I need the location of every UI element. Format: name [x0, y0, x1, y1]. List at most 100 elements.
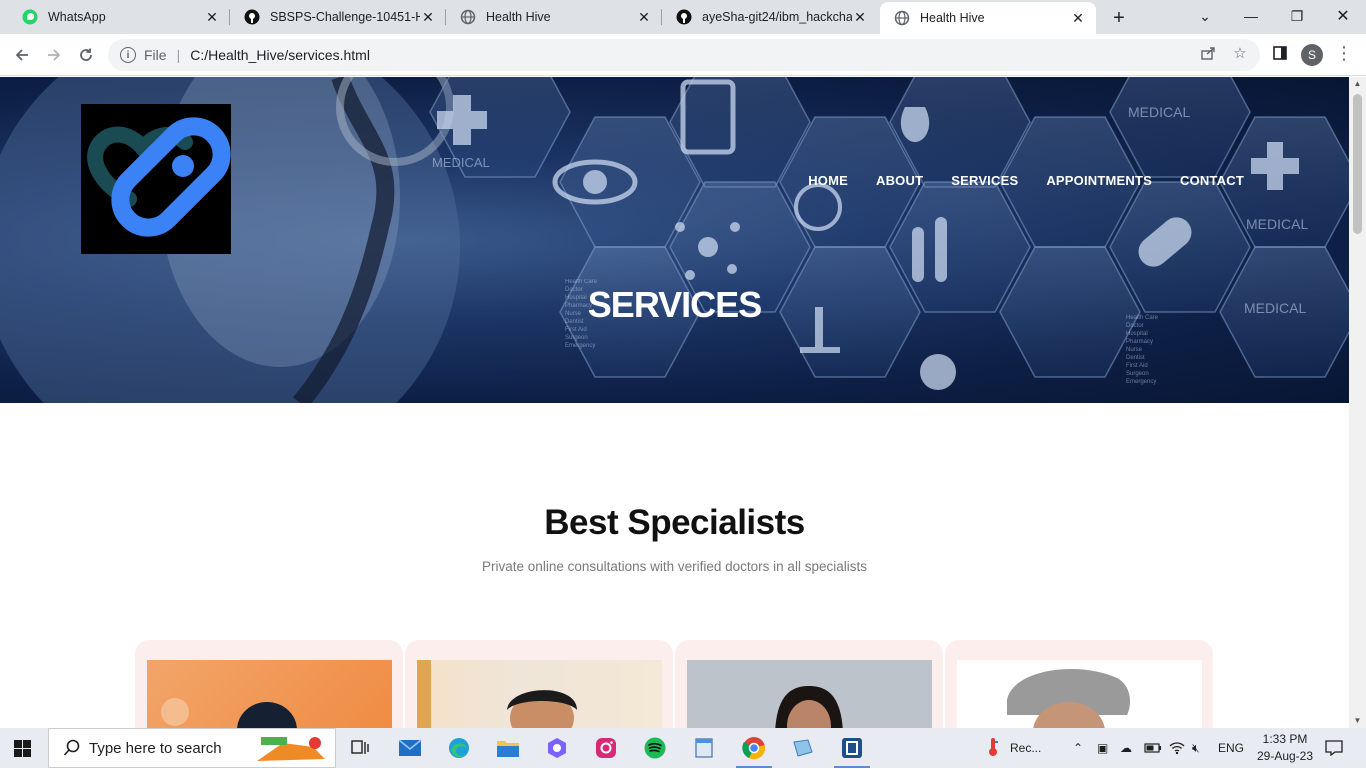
- volume-muted-icon[interactable]: 🔇︎: [1192, 728, 1200, 768]
- hero-list-item: Surgeon: [565, 335, 588, 341]
- specialist-card[interactable]: [945, 640, 1213, 728]
- tab-health-hive[interactable]: Health Hive ✕: [446, 0, 662, 34]
- tab-health-hive-active[interactable]: Health Hive ✕: [880, 2, 1096, 34]
- restore-button[interactable]: ❐: [1274, 0, 1320, 32]
- close-window-button[interactable]: ✕: [1320, 0, 1366, 32]
- close-tab-icon[interactable]: ✕: [636, 9, 652, 26]
- task-view-icon[interactable]: [346, 734, 374, 762]
- github-icon: [676, 9, 692, 25]
- address-divider: |: [176, 47, 181, 63]
- search-highlight-icon: [253, 733, 329, 769]
- forward-button[interactable]: [40, 41, 68, 69]
- tab-search-icon[interactable]: ⌄: [1182, 0, 1228, 32]
- wifi-icon[interactable]: [1169, 728, 1185, 768]
- address-url: C:/Health_Hive/services.html: [190, 47, 370, 63]
- specialist-photo: [417, 660, 662, 728]
- browser-tab-bar: WhatsApp ✕ SBSPS-Challenge-10451-Hea ✕ H…: [0, 0, 1366, 34]
- search-icon: [63, 739, 81, 761]
- instagram-icon[interactable]: [592, 734, 620, 762]
- specialist-card[interactable]: [405, 640, 673, 728]
- tab-github-repo[interactable]: ayeSha-git24/ibm_hackchalle ✕: [662, 0, 878, 34]
- scroll-up-icon[interactable]: ▲: [1349, 77, 1366, 91]
- globe-icon: [460, 9, 476, 25]
- hero-banner: MEDICAL MEDICAL MEDICAL MEDICAL Health C…: [0, 77, 1349, 403]
- main-nav: HOME ABOUT SERVICES APPOINTMENTS CONTACT: [808, 173, 1244, 188]
- hero-list-item: Surgeon: [1126, 371, 1149, 377]
- close-tab-icon[interactable]: ✕: [420, 9, 436, 26]
- bookmark-star-icon[interactable]: ☆: [1228, 41, 1252, 65]
- taskbar-clock[interactable]: 1:33 PM 29-Aug-23: [1250, 731, 1320, 765]
- hero-medical-label: MEDICAL: [1128, 104, 1190, 120]
- windows-start-icon[interactable]: [14, 740, 31, 757]
- hero-list-item: First Aid: [565, 327, 587, 333]
- hero-list-item: Nurse: [1126, 347, 1143, 353]
- address-bar[interactable]: i File | C:/Health_Hive/services.html: [108, 39, 1260, 71]
- thermometer-icon: [986, 737, 1000, 760]
- tray-app[interactable]: Rec...: [986, 728, 1041, 768]
- side-panel-icon[interactable]: [1268, 41, 1292, 65]
- new-tab-button[interactable]: +: [1106, 5, 1132, 31]
- nav-about[interactable]: ABOUT: [876, 173, 923, 188]
- copilot-app-icon[interactable]: [543, 734, 571, 762]
- close-tab-icon[interactable]: ✕: [852, 9, 868, 26]
- tray-app-label: Rec...: [1010, 741, 1042, 755]
- windows-taskbar: Type here to search Rec... ⌃ ▣ ☁ 🔇︎ ENG …: [0, 728, 1366, 768]
- hero-list-item: Dentist: [1126, 355, 1145, 361]
- file-explorer-icon[interactable]: [494, 734, 522, 762]
- tab-label: ayeSha-git24/ibm_hackchalle: [702, 10, 852, 24]
- specialist-photo: [957, 660, 1202, 728]
- profile-avatar[interactable]: S: [1301, 44, 1323, 66]
- site-logo[interactable]: [81, 104, 231, 254]
- back-button[interactable]: [8, 41, 36, 69]
- edge-browser-icon[interactable]: [445, 734, 473, 762]
- scrollbar-thumb[interactable]: [1353, 94, 1362, 234]
- search-placeholder: Type here to search: [89, 739, 222, 757]
- spotify-icon[interactable]: [641, 734, 669, 762]
- battery-icon[interactable]: [1144, 728, 1162, 768]
- onedrive-cloud-icon[interactable]: ☁: [1120, 728, 1132, 768]
- notepad-app-icon[interactable]: [690, 734, 718, 762]
- share-icon[interactable]: [1196, 41, 1220, 65]
- section-subtitle: Private online consultations with verifi…: [482, 559, 867, 574]
- reload-button[interactable]: [72, 41, 100, 69]
- tab-whatsapp[interactable]: WhatsApp ✕: [8, 0, 230, 34]
- hero-title: SERVICES: [587, 284, 762, 325]
- hero-list-item: Emergency: [565, 343, 595, 349]
- hero-list-item: Hospital: [1126, 331, 1148, 337]
- menu-kebab-icon[interactable]: ⋮: [1332, 41, 1356, 65]
- tab-github-challenge[interactable]: SBSPS-Challenge-10451-Hea ✕: [230, 0, 446, 34]
- page-scrollbar[interactable]: ▲ ▼: [1349, 77, 1366, 728]
- show-hidden-icons[interactable]: ⌃: [1073, 728, 1083, 768]
- specialist-photo: [687, 660, 932, 728]
- specialist-card[interactable]: [675, 640, 943, 728]
- close-tab-icon[interactable]: ✕: [204, 9, 220, 26]
- taskbar-search-box[interactable]: Type here to search: [48, 728, 336, 768]
- link-logo-icon: [87, 117, 231, 237]
- notifications-icon[interactable]: [1325, 728, 1343, 768]
- hero-list-item: First Aid: [1126, 363, 1148, 369]
- tab-label: Health Hive: [486, 10, 551, 24]
- nav-contact[interactable]: CONTACT: [1180, 173, 1244, 188]
- nav-home[interactable]: HOME: [808, 173, 848, 188]
- nav-appointments[interactable]: APPOINTMENTS: [1046, 173, 1152, 188]
- globe-icon: [894, 10, 910, 26]
- address-scheme: File: [144, 47, 167, 63]
- nav-services[interactable]: SERVICES: [951, 173, 1018, 188]
- notes-app-icon[interactable]: [789, 734, 817, 762]
- code-editor-icon[interactable]: [834, 734, 870, 768]
- browser-toolbar: i File | C:/Health_Hive/services.html ☆ …: [0, 34, 1366, 76]
- clock-time: 1:33 PM: [1262, 732, 1308, 746]
- site-info-icon[interactable]: i: [120, 47, 136, 63]
- chrome-icon[interactable]: [736, 734, 772, 768]
- close-tab-icon[interactable]: ✕: [1070, 10, 1086, 27]
- meet-now-icon[interactable]: ▣: [1097, 728, 1108, 768]
- mail-icon[interactable]: [396, 734, 424, 762]
- scroll-down-icon[interactable]: ▼: [1349, 714, 1366, 728]
- tab-label: SBSPS-Challenge-10451-Hea: [270, 10, 420, 24]
- specialist-photo: [147, 660, 392, 728]
- hero-list-item: Pharmacy: [1126, 339, 1153, 345]
- language-indicator[interactable]: ENG: [1218, 728, 1244, 768]
- minimize-button[interactable]: —: [1228, 0, 1274, 32]
- specialist-card[interactable]: [135, 640, 403, 728]
- whatsapp-icon: [22, 9, 38, 25]
